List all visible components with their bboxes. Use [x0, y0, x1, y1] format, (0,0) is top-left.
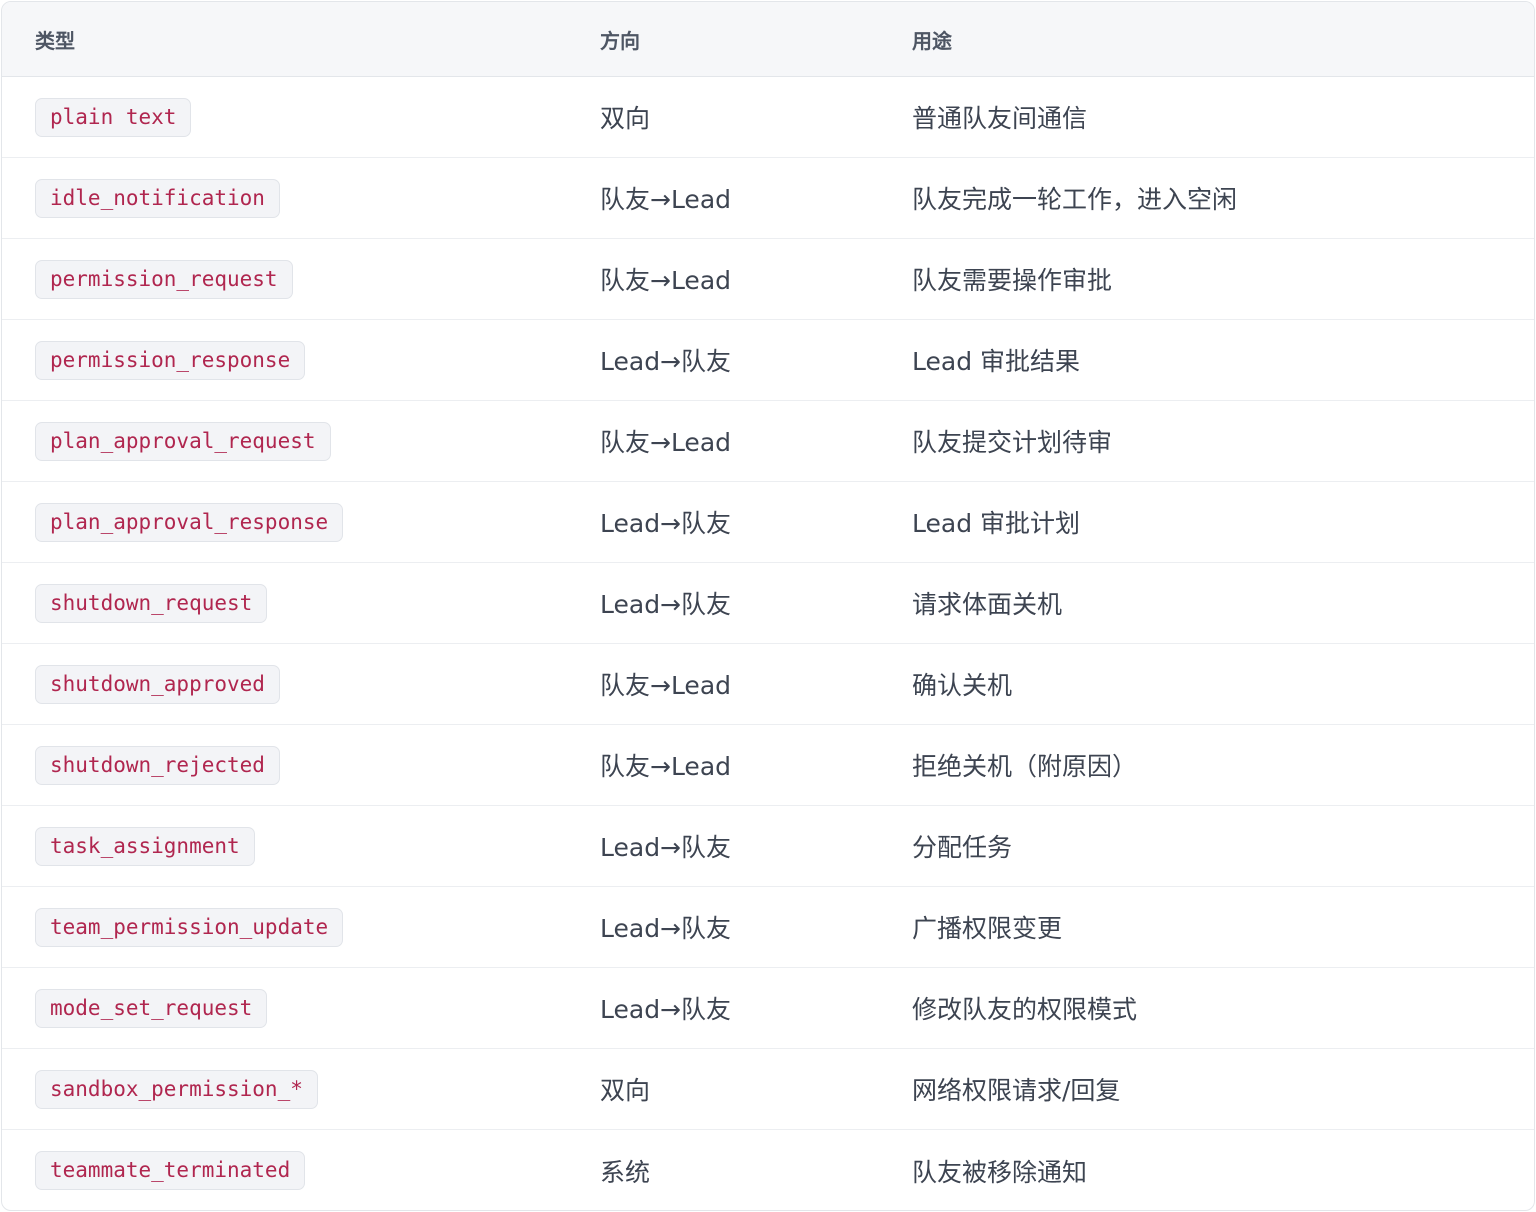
type-code: plan_approval_response	[35, 502, 344, 542]
table-row: permission_response Lead→队友 Lead 审批结果	[2, 320, 1534, 401]
type-code: plain text	[35, 97, 192, 137]
direction-cell: Lead→队友	[600, 347, 732, 376]
purpose-cell: 拒绝关机（附原因）	[912, 752, 1138, 781]
purpose-cell: 普通队友间通信	[912, 104, 1088, 133]
direction-cell: 系统	[600, 1157, 651, 1187]
header-type: 类型	[35, 28, 75, 53]
purpose-cell: Lead 审批计划	[912, 509, 1081, 538]
direction-cell: 队友→Lead	[600, 266, 732, 295]
direction-cell: Lead→队友	[600, 590, 732, 619]
type-code: shutdown_request	[35, 583, 268, 623]
purpose-cell: 分配任务	[912, 833, 1013, 862]
type-code: idle_notification	[35, 178, 280, 218]
type-code: team_permission_update	[35, 907, 344, 947]
table-header-row: 类型 方向 用途	[2, 2, 1534, 77]
header-purpose: 用途	[912, 28, 952, 53]
table-row: team_permission_update Lead→队友 广播权限变更	[2, 887, 1534, 968]
type-code: plan_approval_request	[35, 421, 331, 461]
table-row: plan_approval_request 队友→Lead 队友提交计划待审	[2, 401, 1534, 482]
table-row: plan_approval_response Lead→队友 Lead 审批计划	[2, 482, 1534, 563]
message-types-table: 类型 方向 用途 plain text 双向 普通队友间通信 idle_noti…	[1, 1, 1535, 1211]
type-code: shutdown_rejected	[35, 745, 280, 785]
table-row: task_assignment Lead→队友 分配任务	[2, 806, 1534, 887]
table-row: plain text 双向 普通队友间通信	[2, 77, 1534, 158]
purpose-cell: 队友提交计划待审	[912, 428, 1113, 457]
table-row: idle_notification 队友→Lead 队友完成一轮工作，进入空闲	[2, 158, 1534, 239]
type-code: shutdown_approved	[35, 664, 280, 704]
direction-cell: 双向	[600, 104, 651, 133]
table-row: shutdown_approved 队友→Lead 确认关机	[2, 644, 1534, 725]
header-direction: 方向	[600, 28, 640, 53]
purpose-cell: 确认关机	[912, 671, 1013, 700]
direction-cell: Lead→队友	[600, 509, 732, 538]
purpose-cell: 队友完成一轮工作，进入空闲	[912, 185, 1238, 214]
purpose-cell: 网络权限请求/回复	[912, 1076, 1121, 1105]
direction-cell: 队友→Lead	[600, 428, 732, 457]
table-row: shutdown_request Lead→队友 请求体面关机	[2, 563, 1534, 644]
type-code: permission_response	[35, 340, 306, 380]
direction-cell: Lead→队友	[600, 914, 732, 943]
type-code: permission_request	[35, 259, 293, 299]
table-row: shutdown_rejected 队友→Lead 拒绝关机（附原因）	[2, 725, 1534, 806]
direction-cell: Lead→队友	[600, 833, 732, 862]
type-code: task_assignment	[35, 826, 255, 866]
purpose-cell: 请求体面关机	[912, 590, 1063, 619]
table-row: permission_request 队友→Lead 队友需要操作审批	[2, 239, 1534, 320]
table-row: teammate_terminated 系统 队友被移除通知	[2, 1130, 1534, 1210]
direction-cell: 队友→Lead	[600, 752, 732, 781]
purpose-cell: 队友被移除通知	[912, 1157, 1088, 1187]
purpose-cell: Lead 审批结果	[912, 347, 1081, 376]
purpose-cell: 广播权限变更	[912, 914, 1063, 943]
type-code: sandbox_permission_*	[35, 1069, 318, 1109]
direction-cell: 双向	[600, 1076, 651, 1105]
direction-cell: 队友→Lead	[600, 185, 732, 214]
table-row: sandbox_permission_* 双向 网络权限请求/回复	[2, 1049, 1534, 1130]
direction-cell: Lead→队友	[600, 995, 732, 1024]
purpose-cell: 修改队友的权限模式	[912, 995, 1138, 1024]
direction-cell: 队友→Lead	[600, 671, 732, 700]
type-code: teammate_terminated	[35, 1151, 306, 1190]
table-row: mode_set_request Lead→队友 修改队友的权限模式	[2, 968, 1534, 1049]
type-code: mode_set_request	[35, 988, 268, 1028]
purpose-cell: 队友需要操作审批	[912, 266, 1113, 295]
